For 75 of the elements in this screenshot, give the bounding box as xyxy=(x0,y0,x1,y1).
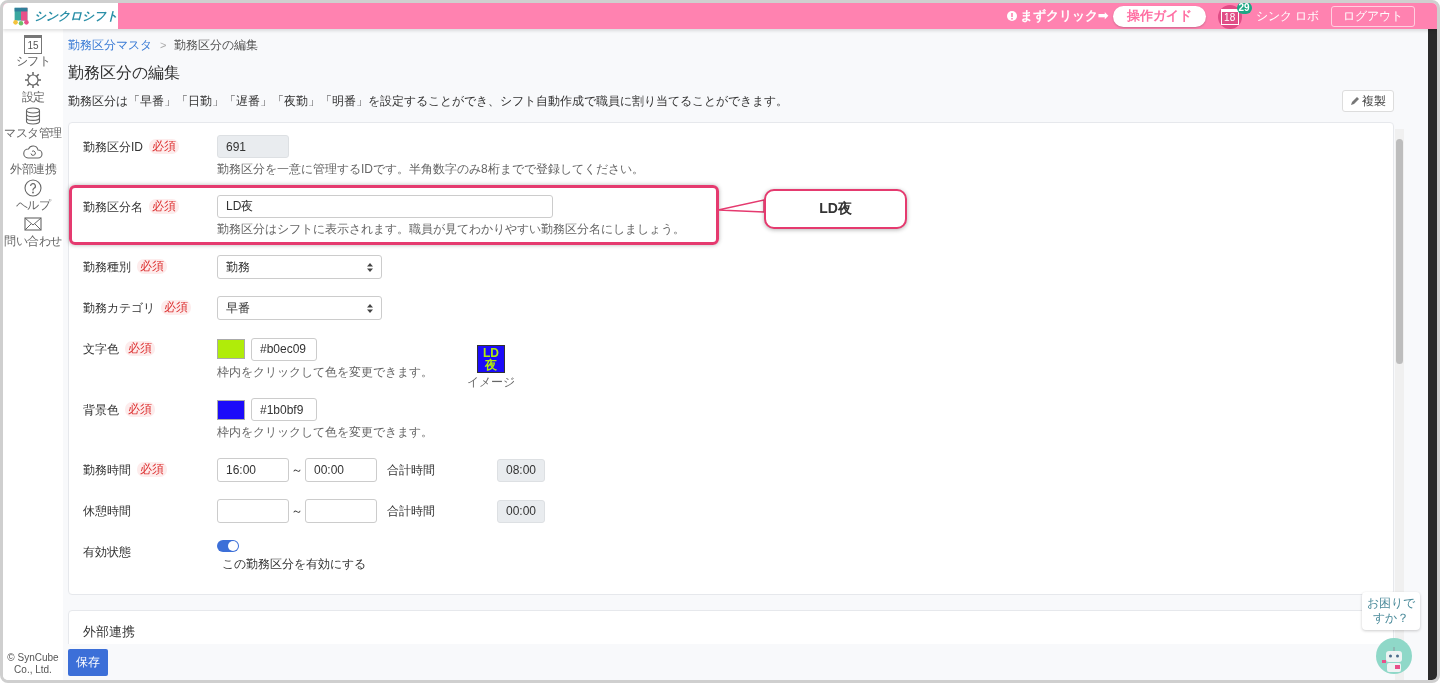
copy-button[interactable]: 複製 xyxy=(1342,90,1394,112)
toggle-switch[interactable] xyxy=(217,540,239,552)
gear-icon xyxy=(24,71,42,89)
calendar-icon: 15 xyxy=(24,34,42,54)
color-swatch[interactable] xyxy=(217,399,245,420)
required-tag: 必須 xyxy=(137,462,167,477)
sort-caret-icon xyxy=(367,262,373,272)
field-label: 背景色 xyxy=(83,402,119,419)
field-label: 有効状態 xyxy=(83,544,131,561)
sidebar-item[interactable]: 設定 xyxy=(3,70,63,106)
hint-text: 勤務区分はシフトに表示されます。職員が見てわかりやすい勤務区分名にしましょう。 xyxy=(217,221,685,238)
field-label: 勤務時間 xyxy=(83,462,131,479)
required-tag: 必須 xyxy=(137,259,167,274)
preview-swatch: LD夜 xyxy=(477,345,505,373)
alert-icon xyxy=(1006,11,1017,21)
callout-bubble: LD夜 xyxy=(764,189,907,229)
color-code-field[interactable]: #b0ec09 xyxy=(251,337,317,361)
save-button[interactable]: 保存 xyxy=(68,648,108,676)
total-field: 08:00 xyxy=(497,458,545,482)
text-field[interactable]: LD夜 xyxy=(217,195,553,218)
database-icon xyxy=(25,107,41,125)
sidebar-item[interactable]: マスタ管理 xyxy=(3,106,63,142)
color-code-field[interactable]: #1b0bf9 xyxy=(251,398,317,421)
required-tag: 必須 xyxy=(125,341,155,356)
time-field[interactable]: 00:00 xyxy=(305,458,377,482)
select-field[interactable]: 早番 xyxy=(217,296,382,320)
notice-text: まずクリック➡ xyxy=(1019,7,1109,25)
section-title: 外部連携 xyxy=(83,623,136,641)
field-label: 勤務区分ID xyxy=(83,139,143,156)
logo-icon xyxy=(11,5,31,27)
total-field: 00:00 xyxy=(497,499,545,523)
preview-label: イメージ xyxy=(467,374,515,391)
breadcrumb-current: 勤務区分の編集 xyxy=(174,36,259,54)
field-label: 勤務種別 xyxy=(83,259,131,276)
required-tag: 必須 xyxy=(149,139,179,154)
color-swatch[interactable] xyxy=(217,339,245,359)
copyright-text: © SynCube Co., Ltd. xyxy=(6,652,60,677)
hint-text: 勤務区分を一意に管理するIDです。半角数字のみ8桁までで登録してください。 xyxy=(217,161,644,178)
sidebar-item[interactable]: ヘルプ xyxy=(3,178,63,214)
time-field[interactable]: 16:00 xyxy=(217,458,289,482)
robot-icon[interactable] xyxy=(1376,638,1412,674)
time-field[interactable] xyxy=(217,499,289,523)
count-badge: 29 xyxy=(1236,3,1252,14)
select-field[interactable]: 勤務 xyxy=(217,255,382,279)
sidebar-item[interactable]: 問い合わせ xyxy=(3,214,63,250)
logo[interactable]: シンクロシフト xyxy=(3,3,118,29)
hint-text: 枠内をクリックして色を変更できます。 xyxy=(217,424,433,441)
envelope-icon xyxy=(24,217,42,231)
question-circle-icon xyxy=(24,179,42,197)
cloud-icon xyxy=(23,144,43,160)
pencil-icon xyxy=(1350,96,1359,106)
sidebar-item[interactable]: 15 シフト xyxy=(3,34,63,70)
sort-caret-icon xyxy=(367,303,373,313)
required-tag: 必須 xyxy=(125,402,155,417)
field-label: 勤務区分名 xyxy=(83,199,143,216)
field-label: 休憩時間 xyxy=(83,503,131,520)
time-field[interactable] xyxy=(305,499,377,523)
scrollbar-thumb[interactable] xyxy=(1396,139,1403,364)
toggle-label: この勤務区分を有効にする xyxy=(222,556,366,573)
range-separator: ～ xyxy=(291,502,303,520)
breadcrumb-separator: > xyxy=(160,39,167,51)
range-separator: ～ xyxy=(291,461,303,479)
breadcrumb-link[interactable]: 勤務区分マスタ xyxy=(68,36,152,54)
sidebar-item[interactable]: 外部連携 xyxy=(3,142,63,178)
field-label: 勤務カテゴリ xyxy=(83,300,155,317)
description-text: 勤務区分は「早番」「日勤」「遅番」「夜勤」「明番」を設定することができ、シフト自動作成で職員に割り当てることができます。 xyxy=(68,92,788,110)
help-bubble[interactable]: お困りですか？ xyxy=(1362,592,1420,630)
total-label: 合計時間 xyxy=(387,461,436,479)
required-tag: 必須 xyxy=(149,199,179,214)
readonly-field: 691 xyxy=(217,135,289,158)
field-label: 文字色 xyxy=(83,341,119,358)
page-title: 勤務区分の編集 xyxy=(68,63,181,83)
required-tag: 必須 xyxy=(161,300,191,315)
total-label: 合計時間 xyxy=(387,502,436,520)
hint-text: 枠内をクリックして色を変更できます。 xyxy=(217,364,433,381)
